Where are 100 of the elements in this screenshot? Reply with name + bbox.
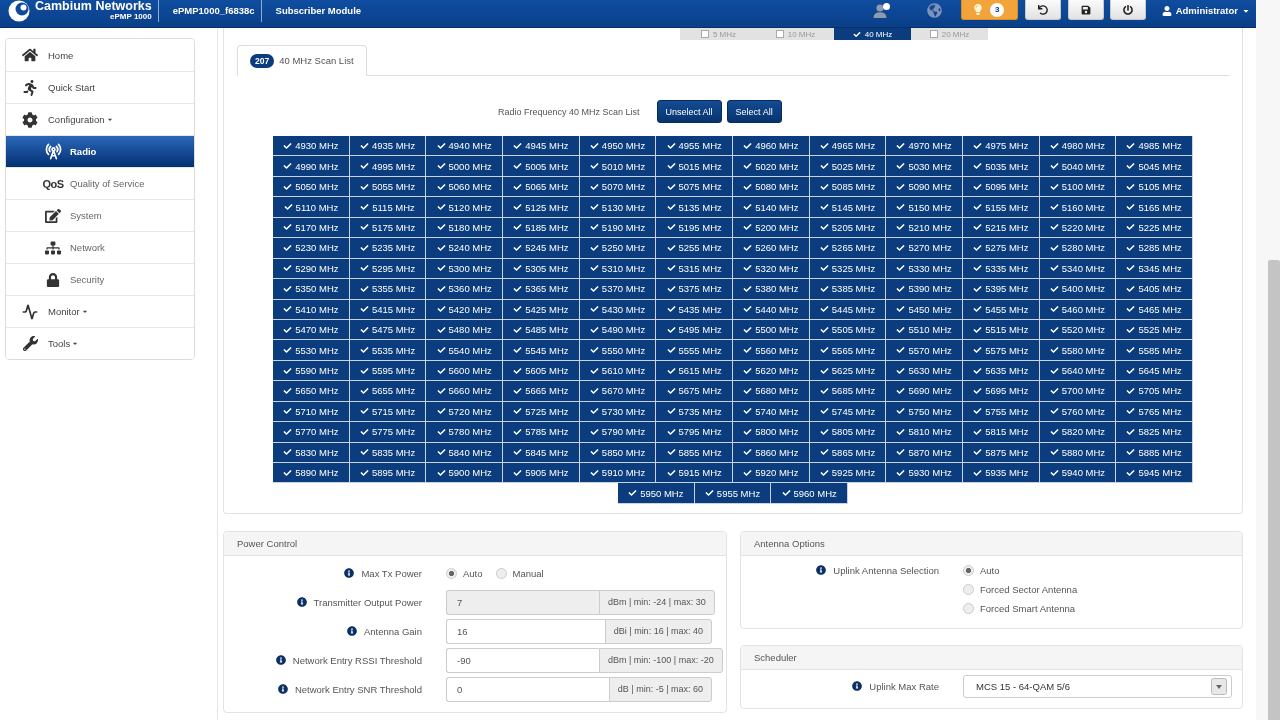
channel-toggle[interactable]: 5090 MHz: [886, 176, 963, 198]
channel-toggle[interactable]: 5770 MHz: [273, 422, 350, 443]
channel-toggle[interactable]: 5360 MHz: [426, 279, 504, 300]
channel-toggle[interactable]: 5605 MHz: [503, 360, 580, 382]
channel-toggle[interactable]: 5065 MHz: [503, 176, 580, 198]
channel-toggle[interactable]: 5585 MHz: [1116, 340, 1193, 361]
channel-toggle[interactable]: 5645 MHz: [1116, 360, 1193, 382]
channel-toggle[interactable]: 4935 MHz: [349, 136, 427, 157]
channel-toggle[interactable]: 5665 MHz: [503, 381, 580, 402]
action-button[interactable]: Select All: [726, 100, 782, 123]
channel-toggle[interactable]: 5950 MHz: [618, 483, 695, 504]
channel-toggle[interactable]: 5480 MHz: [426, 319, 504, 341]
channel-toggle[interactable]: 5675 MHz: [656, 381, 733, 402]
channel-toggle[interactable]: 5890 MHz: [273, 463, 350, 484]
channel-toggle[interactable]: 5050 MHz: [273, 176, 350, 198]
user-icon[interactable]: [872, 3, 890, 18]
info-icon[interactable]: [344, 568, 355, 579]
channel-toggle[interactable]: 5030 MHz: [886, 156, 963, 177]
channel-toggle[interactable]: 5020 MHz: [733, 156, 810, 177]
channel-toggle[interactable]: 5690 MHz: [886, 381, 963, 402]
channel-toggle[interactable]: 5750 MHz: [886, 401, 963, 423]
channel-toggle[interactable]: 5305 MHz: [503, 258, 580, 280]
channel-toggle[interactable]: 5125 MHz: [503, 197, 580, 218]
channel-toggle[interactable]: 5120 MHz: [426, 197, 504, 218]
channel-toggle[interactable]: 5045 MHz: [1116, 156, 1193, 177]
channel-toggle[interactable]: 5260 MHz: [733, 238, 810, 259]
channel-toggle[interactable]: 5280 MHz: [1039, 238, 1117, 259]
channel-toggle[interactable]: 5945 MHz: [1116, 463, 1193, 484]
channel-toggle[interactable]: 5915 MHz: [656, 463, 733, 484]
channel-toggle[interactable]: 5910 MHz: [579, 463, 657, 484]
channel-toggle[interactable]: 5040 MHz: [1039, 156, 1117, 177]
globe-icon[interactable]: [926, 3, 942, 18]
channel-toggle[interactable]: 5155 MHz: [962, 197, 1040, 218]
channel-toggle[interactable]: 5225 MHz: [1116, 217, 1193, 239]
channel-toggle[interactable]: 5265 MHz: [809, 238, 887, 259]
channel-toggle[interactable]: 5320 MHz: [733, 258, 810, 280]
channel-toggle[interactable]: 5250 MHz: [579, 238, 657, 259]
channel-toggle[interactable]: 5350 MHz: [273, 279, 350, 300]
channel-toggle[interactable]: 4985 MHz: [1116, 136, 1193, 157]
channel-toggle[interactable]: 5435 MHz: [656, 299, 733, 320]
channel-toggle[interactable]: 4945 MHz: [503, 136, 580, 157]
channel-toggle[interactable]: 5345 MHz: [1116, 258, 1193, 280]
channel-toggle[interactable]: 5905 MHz: [503, 463, 580, 484]
channel-toggle[interactable]: 5000 MHz: [426, 156, 504, 177]
channel-toggle[interactable]: 5385 MHz: [809, 279, 887, 300]
channel-toggle[interactable]: 5145 MHz: [809, 197, 887, 218]
radio-button[interactable]: [495, 567, 507, 579]
channel-toggle[interactable]: 4990 MHz: [273, 156, 350, 177]
channel-toggle[interactable]: 5230 MHz: [273, 238, 350, 259]
channel-toggle[interactable]: 5365 MHz: [503, 279, 580, 300]
channel-toggle[interactable]: 5955 MHz: [694, 483, 772, 504]
channel-toggle[interactable]: 5540 MHz: [426, 340, 504, 361]
channel-toggle[interactable]: 5800 MHz: [733, 422, 810, 443]
channel-toggle[interactable]: 5135 MHz: [656, 197, 733, 218]
info-icon[interactable]: [816, 565, 827, 576]
channel-toggle[interactable]: 5810 MHz: [886, 422, 963, 443]
channel-toggle[interactable]: 5845 MHz: [503, 442, 580, 463]
channel-toggle[interactable]: 5165 MHz: [1116, 197, 1193, 218]
channel-toggle[interactable]: 5440 MHz: [733, 299, 810, 320]
channel-toggle[interactable]: 4980 MHz: [1039, 136, 1117, 157]
channel-toggle[interactable]: 5710 MHz: [273, 401, 350, 423]
channel-toggle[interactable]: 5425 MHz: [503, 299, 580, 320]
channel-toggle[interactable]: 5705 MHz: [1116, 381, 1193, 402]
alerts-button[interactable]: 3: [960, 0, 1018, 20]
channel-toggle[interactable]: 5420 MHz: [426, 299, 504, 320]
channel-toggle[interactable]: 4965 MHz: [809, 136, 887, 157]
info-icon[interactable]: [277, 684, 288, 695]
channel-toggle[interactable]: 5720 MHz: [426, 401, 504, 423]
info-icon[interactable]: [852, 681, 863, 692]
channel-toggle[interactable]: 4970 MHz: [886, 136, 963, 157]
radio-button[interactable]: [963, 564, 974, 576]
channel-toggle[interactable]: 5410 MHz: [273, 299, 350, 320]
channel-toggle[interactable]: 5270 MHz: [886, 238, 963, 259]
channel-toggle[interactable]: 5465 MHz: [1116, 299, 1193, 320]
channel-toggle[interactable]: 5855 MHz: [656, 442, 733, 463]
channel-toggle[interactable]: 5960 MHz: [771, 483, 848, 504]
channel-toggle[interactable]: 5660 MHz: [426, 381, 504, 402]
channel-toggle[interactable]: 5740 MHz: [733, 401, 810, 423]
channel-toggle[interactable]: 5935 MHz: [962, 463, 1040, 484]
channel-toggle[interactable]: 5245 MHz: [503, 238, 580, 259]
channel-toggle[interactable]: 5105 MHz: [1116, 176, 1193, 198]
channel-toggle[interactable]: 5700 MHz: [1039, 381, 1117, 402]
channel-toggle[interactable]: 5655 MHz: [349, 381, 427, 402]
channel-toggle[interactable]: 5925 MHz: [809, 463, 887, 484]
channel-toggle[interactable]: 5080 MHz: [733, 176, 810, 198]
input-field[interactable]: -90: [446, 647, 599, 673]
channel-toggle[interactable]: 5035 MHz: [962, 156, 1040, 177]
channel-toggle[interactable]: 5300 MHz: [426, 258, 504, 280]
channel-toggle[interactable]: 5375 MHz: [656, 279, 733, 300]
channel-toggle[interactable]: 5555 MHz: [656, 340, 733, 361]
channel-toggle[interactable]: 5530 MHz: [273, 340, 350, 361]
channel-toggle[interactable]: 5790 MHz: [579, 422, 657, 443]
channel-toggle[interactable]: 5185 MHz: [503, 217, 580, 239]
channel-toggle[interactable]: 4955 MHz: [656, 136, 733, 157]
channel-toggle[interactable]: 5575 MHz: [962, 340, 1040, 361]
channel-toggle[interactable]: 5615 MHz: [656, 360, 733, 382]
channel-toggle[interactable]: 5405 MHz: [1116, 279, 1193, 300]
channel-toggle[interactable]: 5355 MHz: [349, 279, 427, 300]
channel-toggle[interactable]: 5285 MHz: [1116, 238, 1193, 259]
channel-toggle[interactable]: 5780 MHz: [426, 422, 504, 443]
